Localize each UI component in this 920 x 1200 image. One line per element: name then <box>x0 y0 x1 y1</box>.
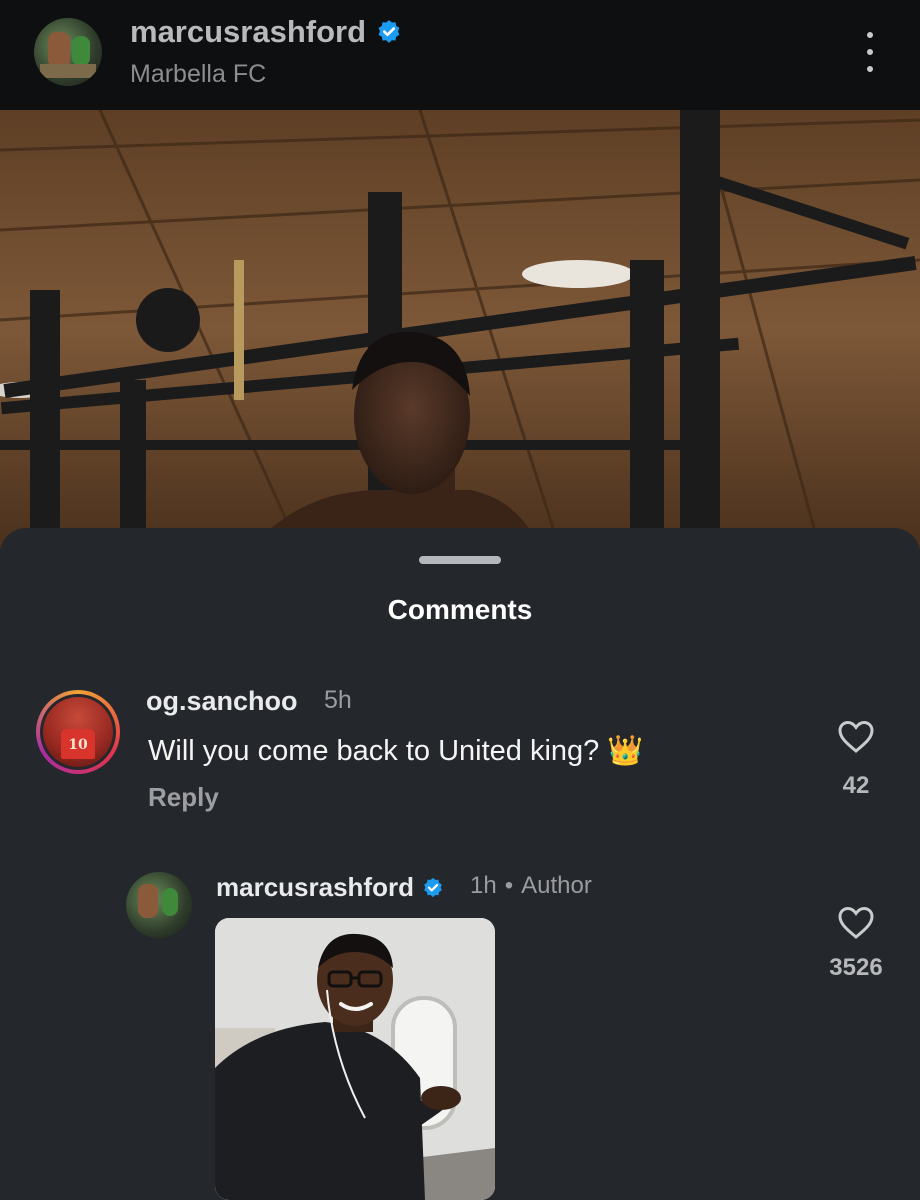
like-count: 42 <box>842 772 870 799</box>
comments-sheet: Comments 10 og.sanchoo 5h Will you come … <box>0 528 920 1200</box>
more-options-icon[interactable] <box>858 32 882 72</box>
post-photo[interactable] <box>0 110 920 550</box>
drag-handle[interactable] <box>419 556 501 564</box>
comment-text: Will you come back to United king? 👑 <box>148 735 644 767</box>
avatar-jersey-number: 10 <box>68 737 88 753</box>
comment-username[interactable]: og.sanchoo <box>146 686 298 717</box>
post-photo-illustration <box>0 110 920 550</box>
author-username[interactable]: marcusrashford <box>216 872 444 903</box>
author-username-text[interactable]: marcusrashford <box>216 872 414 903</box>
reply-photo[interactable] <box>215 918 495 1200</box>
author-avatar[interactable] <box>126 872 192 938</box>
like-count: 3526 <box>829 954 883 981</box>
verified-badge-icon <box>378 20 400 43</box>
author-comment-timestamp: 1h <box>470 872 497 899</box>
author-meta: 1h • Author <box>470 872 592 900</box>
location-label[interactable]: Marbella FC <box>130 60 266 89</box>
like-heart-icon[interactable] <box>837 906 875 940</box>
profile-username-text[interactable]: marcusrashford <box>130 14 366 50</box>
reply-photo-illustration <box>215 918 495 1200</box>
like-heart-icon[interactable] <box>837 720 875 754</box>
sheet-title: Comments <box>387 594 533 625</box>
reply-button[interactable]: Reply <box>148 782 219 813</box>
comment-timestamp: 5h <box>324 686 352 714</box>
profile-avatar[interactable] <box>34 18 102 86</box>
commenter-avatar[interactable]: 10 <box>36 690 120 774</box>
meta-separator: • <box>504 872 514 899</box>
post-header: marcusrashford Marbella FC <box>0 0 920 110</box>
author-role-label: Author <box>521 872 592 899</box>
verified-badge-icon <box>424 877 442 897</box>
profile-username[interactable]: marcusrashford <box>130 14 402 50</box>
